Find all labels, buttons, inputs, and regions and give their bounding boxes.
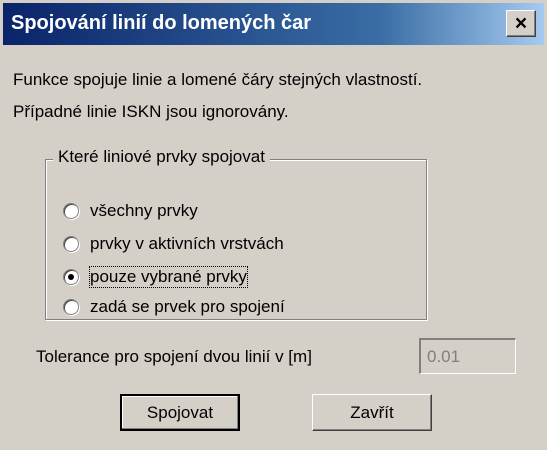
radio-pick-element[interactable]: zadá se prvek pro spojení bbox=[63, 294, 285, 320]
radio-label-active-layers: prvky v aktivních vrstvách bbox=[90, 234, 284, 253]
radio-button-all[interactable] bbox=[63, 203, 79, 219]
radio-label-pick-element: zadá se prvek pro spojení bbox=[90, 297, 285, 316]
radio-button-selected-only[interactable] bbox=[63, 269, 79, 285]
radio-label-selected-only: pouze vybrané prvky bbox=[89, 266, 248, 288]
tolerance-label: Tolerance pro spojení dvou linií v [m] bbox=[36, 347, 312, 366]
tolerance-input[interactable] bbox=[419, 338, 516, 374]
description: Funkce spojuje linie a lomené čáry stejn… bbox=[13, 64, 422, 128]
close-button-label: Zavřít bbox=[350, 402, 394, 422]
dialog-window: Spojování linií do lomených čar × Funkce… bbox=[0, 0, 547, 450]
radio-label-all: všechny prvky bbox=[90, 201, 198, 220]
radio-active-layers[interactable]: prvky v aktivních vrstvách bbox=[63, 231, 284, 257]
close-button[interactable]: Zavřít bbox=[312, 394, 432, 431]
join-button[interactable]: Spojovat bbox=[120, 394, 240, 431]
window-title: Spojování linií do lomených čar bbox=[11, 12, 312, 34]
groupbox-legend: Které liniové prvky spojovat bbox=[53, 147, 270, 167]
radio-selected-only[interactable]: pouze vybrané prvky bbox=[63, 264, 248, 290]
title-bar[interactable]: Spojování linií do lomených čar × bbox=[3, 3, 544, 45]
description-line-1: Funkce spojuje linie a lomené čáry stejn… bbox=[13, 70, 423, 89]
description-line-2: Případné linie ISKN jsou ignorovány. bbox=[13, 102, 289, 121]
close-icon[interactable]: × bbox=[506, 10, 536, 37]
radio-all-elements[interactable]: všechny prvky bbox=[63, 198, 198, 224]
join-button-label: Spojovat bbox=[146, 402, 214, 422]
radio-button-pick-element[interactable] bbox=[63, 299, 79, 315]
radio-button-active-layers[interactable] bbox=[63, 236, 79, 252]
